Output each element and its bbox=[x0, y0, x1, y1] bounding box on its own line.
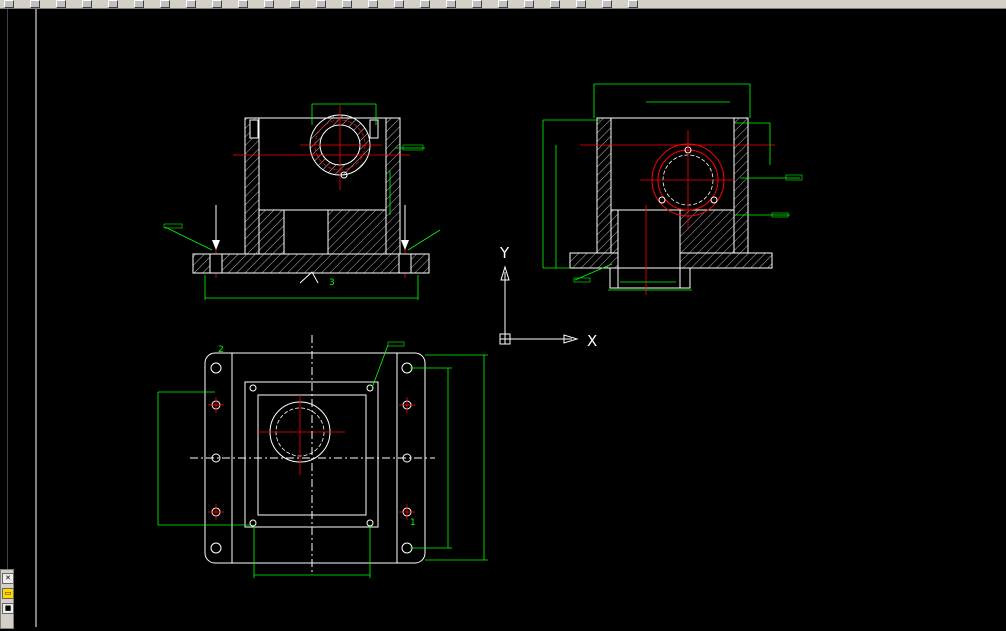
model-space-viewport[interactable]: 3 2 1 Y X bbox=[35, 9, 1006, 627]
front-view: 3 bbox=[163, 103, 441, 300]
new-icon[interactable] bbox=[4, 0, 14, 8]
left-docked-strip bbox=[0, 9, 8, 627]
help-icon[interactable] bbox=[628, 0, 638, 8]
floating-tool-palette[interactable]: ✕ ▭ ■ bbox=[0, 569, 14, 629]
zoomprev-icon[interactable] bbox=[368, 0, 378, 8]
palette-close-icon[interactable]: ✕ bbox=[2, 573, 14, 584]
front-label-3: 3 bbox=[329, 278, 335, 288]
standard-toolbar bbox=[0, 0, 1006, 9]
plan-label-1: 1 bbox=[410, 518, 416, 528]
designcenter-icon[interactable] bbox=[420, 0, 430, 8]
cad-drawing: 3 2 1 Y X bbox=[35, 9, 803, 627]
layerprev-icon[interactable] bbox=[576, 0, 586, 8]
toolpalette-icon[interactable] bbox=[446, 0, 456, 8]
paste-icon[interactable] bbox=[186, 0, 196, 8]
properties-icon[interactable] bbox=[394, 0, 404, 8]
preview-icon[interactable] bbox=[108, 0, 118, 8]
print-icon[interactable] bbox=[82, 0, 92, 8]
palette-block-icon[interactable]: ■ bbox=[2, 603, 14, 614]
plan-view: 2 1 bbox=[157, 335, 488, 578]
ucs-y-label: Y bbox=[499, 244, 510, 262]
cut-icon[interactable] bbox=[134, 0, 144, 8]
save-icon[interactable] bbox=[56, 0, 66, 8]
copy-icon[interactable] bbox=[160, 0, 170, 8]
calc-icon[interactable] bbox=[524, 0, 534, 8]
palette-window-icon[interactable]: ▭ bbox=[2, 588, 14, 599]
undo-icon[interactable] bbox=[238, 0, 248, 8]
front-base-plate bbox=[192, 253, 430, 274]
plan-label-2: 2 bbox=[218, 345, 224, 355]
zoom-icon[interactable] bbox=[316, 0, 326, 8]
zoomwin-icon[interactable] bbox=[342, 0, 352, 8]
sheetset-icon[interactable] bbox=[472, 0, 482, 8]
layer-icon[interactable] bbox=[550, 0, 560, 8]
side-view bbox=[542, 83, 803, 295]
pan-icon[interactable] bbox=[290, 0, 300, 8]
redo-icon[interactable] bbox=[264, 0, 274, 8]
ucs-x-label: X bbox=[587, 332, 597, 350]
matchprop-icon[interactable] bbox=[212, 0, 222, 8]
markup-icon[interactable] bbox=[498, 0, 508, 8]
style-icon[interactable] bbox=[602, 0, 612, 8]
open-icon[interactable] bbox=[30, 0, 40, 8]
